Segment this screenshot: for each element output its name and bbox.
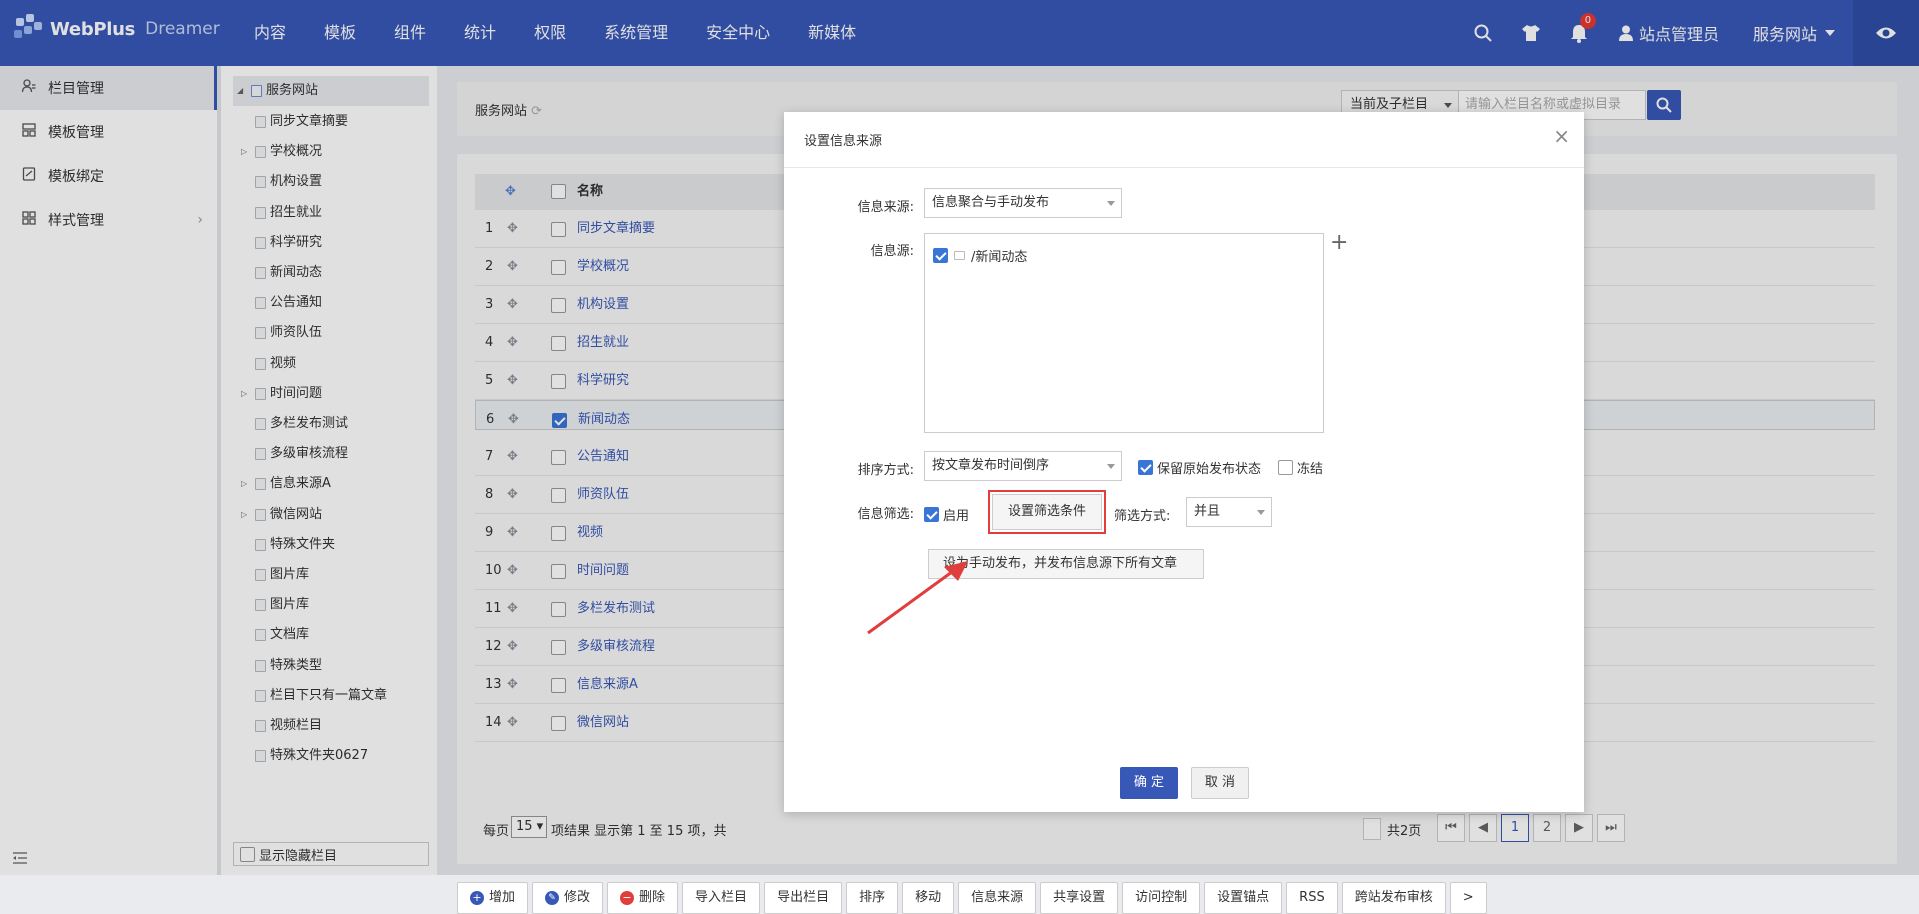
access-control-button[interactable]: 访问控制 bbox=[1122, 882, 1201, 914]
source-type-label: 信息来源: bbox=[857, 200, 914, 215]
keep-status-label: 保留原始发布状态 bbox=[1157, 462, 1262, 477]
delete-button[interactable]: − 删除 bbox=[607, 882, 679, 914]
more-button[interactable]: > bbox=[1449, 882, 1487, 914]
cancel-button[interactable]: 取 消 bbox=[1191, 767, 1249, 799]
source-item[interactable]: /新闻动态 bbox=[933, 246, 1027, 265]
move-button[interactable]: 移动 bbox=[902, 882, 955, 914]
divider bbox=[784, 167, 1584, 168]
source-label: 信息源: bbox=[870, 244, 914, 259]
highlight-box bbox=[988, 490, 1106, 534]
filter-mode-label: 筛选方式: bbox=[1114, 509, 1171, 524]
source-list: /新闻动态 bbox=[924, 233, 1324, 433]
add-button[interactable]: + 增加 bbox=[457, 882, 529, 914]
action-bar: + 增加 ✎ 修改 − 删除 导入栏目 导出栏目 排序 移动 信息来源 共享设置 访问… bbox=[457, 882, 1487, 914]
keep-status-option[interactable]: 保留原始发布状态 bbox=[1138, 458, 1261, 477]
source-item-checkbox[interactable] bbox=[933, 248, 948, 263]
plus-circle-icon: + bbox=[470, 891, 484, 905]
delete-circle-icon: − bbox=[620, 891, 635, 905]
edit-button[interactable]: ✎ 修改 bbox=[532, 882, 604, 914]
export-button[interactable]: 导出栏目 bbox=[764, 882, 843, 914]
folder-icon bbox=[954, 251, 965, 260]
filter-label: 信息筛选: bbox=[857, 507, 914, 522]
filter-mode-select[interactable]: 并且 bbox=[1186, 497, 1272, 527]
freeze-option[interactable]: 冻结 bbox=[1278, 458, 1323, 477]
freeze-checkbox[interactable] bbox=[1278, 460, 1293, 475]
enable-filter-checkbox[interactable] bbox=[924, 507, 939, 522]
confirm-button[interactable]: 确 定 bbox=[1120, 767, 1178, 799]
rss-button[interactable]: RSS bbox=[1286, 882, 1338, 914]
cross-site-review-button[interactable]: 跨站发布审核 bbox=[1341, 882, 1446, 914]
keep-status-checkbox[interactable] bbox=[1138, 460, 1153, 475]
share-settings-button[interactable]: 共享设置 bbox=[1040, 882, 1119, 914]
anchor-button[interactable]: 设置锚点 bbox=[1204, 882, 1283, 914]
source-item-label: /新闻动态 bbox=[971, 250, 1028, 265]
freeze-label: 冻结 bbox=[1297, 462, 1324, 477]
close-icon[interactable]: × bbox=[1553, 124, 1570, 148]
add-source-icon[interactable]: + bbox=[1330, 230, 1348, 255]
sort-button[interactable]: 排序 bbox=[846, 882, 899, 914]
pencil-circle-icon: ✎ bbox=[545, 891, 560, 905]
annotation-arrow bbox=[867, 561, 968, 635]
enable-filter-option[interactable]: 启用 bbox=[924, 505, 969, 524]
sort-label: 排序方式: bbox=[857, 463, 914, 478]
dialog-title: 设置信息来源 bbox=[804, 134, 883, 149]
info-source-button[interactable]: 信息来源 bbox=[958, 882, 1037, 914]
sort-select[interactable]: 按文章发布时间倒序 bbox=[924, 451, 1122, 481]
source-type-select[interactable]: 信息聚合与手动发布 bbox=[924, 188, 1122, 218]
import-button[interactable]: 导入栏目 bbox=[682, 882, 761, 914]
info-source-dialog: 设置信息来源 × 信息来源: 信息聚合与手动发布 信息源: /新闻动态 + 排序… bbox=[784, 112, 1584, 812]
enable-filter-label: 启用 bbox=[943, 509, 970, 524]
